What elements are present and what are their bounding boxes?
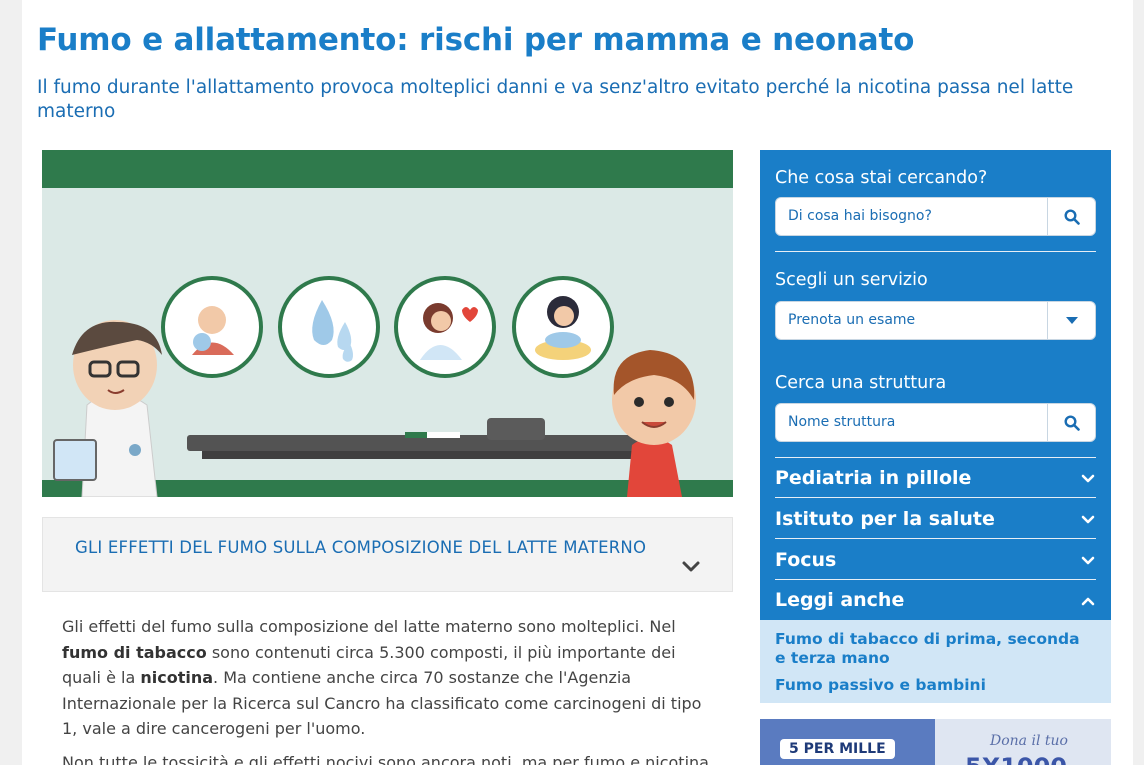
chevron-down-icon: [1081, 474, 1095, 483]
structure-search-button[interactable]: [1047, 404, 1095, 441]
search-icon: [1063, 414, 1080, 431]
chevron-down-icon: [1081, 556, 1095, 565]
related-links-panel: Fumo di tabacco di prima, seconda e terz…: [760, 620, 1111, 703]
banner-big-text: 5X1000: [965, 753, 1067, 765]
article-body: Gli effetti del fumo sulla composizione …: [62, 614, 717, 765]
structure-input[interactable]: Nome struttura: [775, 403, 1096, 442]
search-label: Che cosa stai cercando?: [775, 168, 988, 188]
search-input[interactable]: Di cosa hai bisogno?: [775, 197, 1096, 236]
banner-script-text: Dona il tuo: [990, 733, 1068, 749]
effects-accordion[interactable]: GLI EFFETTI DEL FUMO SULLA COMPOSIZIONE …: [42, 517, 733, 592]
search-placeholder: Di cosa hai bisogno?: [788, 208, 932, 224]
section-istituto[interactable]: Istituto per la salute: [775, 499, 1096, 539]
structure-placeholder: Nome struttura: [788, 414, 896, 430]
search-icon: [1063, 208, 1080, 225]
section-focus[interactable]: Focus: [775, 540, 1096, 580]
article-bold: nicotina: [140, 668, 214, 687]
section-leggi-anche[interactable]: Leggi anche: [775, 580, 1096, 620]
section-label: Istituto per la salute: [775, 508, 995, 530]
structure-label: Cerca una struttura: [775, 373, 947, 393]
section-label: Pediatria in pillole: [775, 467, 972, 489]
accordion-title: GLI EFFETTI DEL FUMO SULLA COMPOSIZIONE …: [75, 538, 647, 557]
search-button[interactable]: [1047, 198, 1095, 235]
service-label: Scegli un servizio: [775, 270, 928, 290]
service-selected: Prenota un esame: [788, 312, 916, 328]
article-paragraph: Non tutte le tossicità e gli effetti noc…: [62, 752, 709, 765]
related-link[interactable]: Fumo passivo e bambini: [775, 676, 1095, 695]
related-link[interactable]: Fumo di tabacco di prima, seconda e terz…: [775, 630, 1095, 668]
sidebar: Che cosa stai cercando? Di cosa hai biso…: [760, 150, 1111, 703]
article-text: Gli effetti del fumo sulla composizione …: [62, 617, 676, 636]
service-dropdown-button[interactable]: [1047, 302, 1095, 339]
article-bold: fumo di tabacco: [62, 642, 207, 662]
section-label: Focus: [775, 549, 837, 571]
chevron-down-icon: [1081, 515, 1095, 524]
page-title: Fumo e allattamento: rischi per mamma e …: [37, 22, 915, 58]
caret-down-icon: [1065, 316, 1078, 324]
donation-banner[interactable]: 5 PER MILLE Dona il tuo 5X1000: [760, 719, 1111, 765]
banner-badge: 5 PER MILLE: [780, 739, 895, 759]
section-pediatria[interactable]: Pediatria in pillole: [775, 458, 1096, 498]
hero-illustration: [42, 150, 733, 497]
page-subtitle: Il fumo durante l'allattamento provoca m…: [37, 77, 1074, 122]
chevron-down-icon[interactable]: [680, 556, 702, 578]
article-paragraph: Gli effetti del fumo sulla composizione …: [62, 614, 717, 742]
section-label: Leggi anche: [775, 589, 905, 611]
divider: [775, 251, 1096, 252]
chevron-up-icon: [1081, 597, 1095, 606]
service-select[interactable]: Prenota un esame: [775, 301, 1096, 340]
